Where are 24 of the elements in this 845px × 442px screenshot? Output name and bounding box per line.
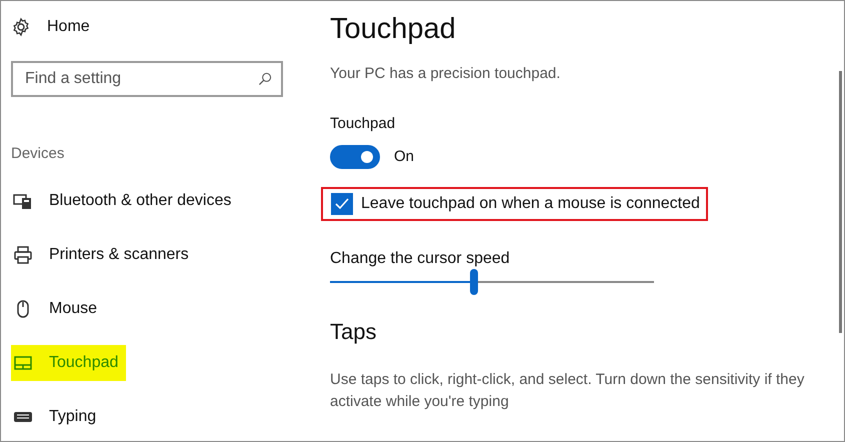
slider-label: Change the cursor speed xyxy=(330,249,511,269)
page-title: Touchpad xyxy=(330,12,457,47)
description-text: Use taps to click, right-click, and select. Turn down the sensitivity if they activate while you're typing xyxy=(330,370,806,412)
nav-item[interactable]: Printers & scanners xyxy=(11,237,197,273)
settings-icon xyxy=(11,17,31,37)
nav-item[interactable]: Typing xyxy=(11,399,104,435)
slider-thumb[interactable] xyxy=(470,269,478,295)
checkbox[interactable] xyxy=(331,193,353,215)
description-text: Your PC has a precision touchpad. xyxy=(330,64,562,83)
nav-item[interactable]: Bluetooth & other devices xyxy=(11,183,240,219)
search-icon xyxy=(257,71,273,87)
toggle-state-text: On xyxy=(394,146,414,167)
toggle-label: Touchpad xyxy=(330,114,396,133)
scrollbar[interactable] xyxy=(839,71,842,333)
search-field[interactable]: Find a setting xyxy=(11,61,283,97)
nav-item[interactable]: Mouse xyxy=(11,291,106,327)
checkmark-icon xyxy=(334,196,350,212)
nav-item[interactable]: Touchpad xyxy=(11,345,126,381)
printer-icon xyxy=(13,245,33,265)
checkbox-label[interactable]: Leave touchpad on when a mouse is connected xyxy=(361,192,700,216)
home-link[interactable]: Home xyxy=(47,15,90,39)
section-heading: Taps xyxy=(330,318,378,345)
toggle-switch[interactable] xyxy=(330,145,380,169)
section-heading: Devices xyxy=(11,144,66,163)
